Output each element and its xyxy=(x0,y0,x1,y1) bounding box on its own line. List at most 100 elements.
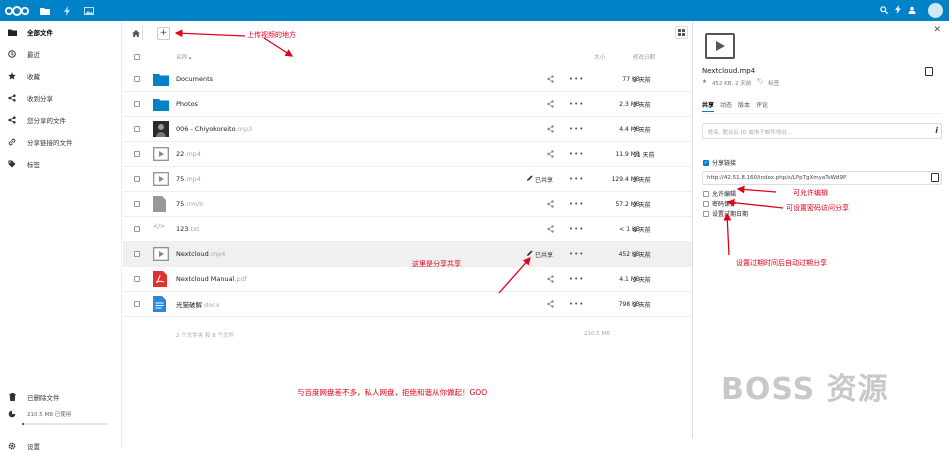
tab-sharing[interactable]: 共享 xyxy=(702,100,715,112)
file-name[interactable]: 75.mp4 xyxy=(176,175,201,183)
search-icon[interactable] xyxy=(880,5,888,16)
text-file-icon: </> xyxy=(153,221,169,237)
sidebar-item-label: 您分享的文件 xyxy=(27,117,66,125)
share-icon[interactable] xyxy=(547,200,554,210)
home-icon[interactable] xyxy=(129,26,143,40)
notifications-icon[interactable] xyxy=(894,5,902,16)
new-upload-button[interactable]: + xyxy=(157,26,170,40)
annotation-allow-edit: 可允许编辑 xyxy=(793,189,828,197)
share-icon[interactable] xyxy=(547,100,554,110)
table-row[interactable]: Photos ••• 2.3 MB 2 天前 xyxy=(123,92,692,117)
contacts-icon[interactable] xyxy=(908,6,916,16)
tab-versions[interactable]: 版本 xyxy=(738,100,750,112)
file-name[interactable]: 光猫破解.docx xyxy=(176,299,220,309)
row-checkbox[interactable] xyxy=(134,226,140,232)
table-row[interactable]: 006 - Chiyokoreito.mp3 ••• 4.4 MB 7 天前 xyxy=(123,117,692,142)
table-row[interactable]: 75.mp4 已共享 ••• 129.4 MB 2 天前 xyxy=(123,167,692,192)
password-protect-option[interactable]: 密码保护 xyxy=(703,199,736,208)
file-name[interactable]: 22.mp4 xyxy=(176,150,201,158)
trash-icon xyxy=(7,392,17,402)
row-checkbox[interactable] xyxy=(134,176,140,182)
sidebar-item-all-files[interactable]: 全部文件 xyxy=(0,21,121,43)
sidebar-item-shared-by-you[interactable]: 您分享的文件 xyxy=(0,109,121,131)
row-checkbox[interactable] xyxy=(134,201,140,207)
details-filename: Nextcloud.mp4 xyxy=(702,67,756,75)
share-link-toggle[interactable]: ✓ 分享链接 xyxy=(703,158,736,167)
gallery-app-icon[interactable] xyxy=(78,0,100,21)
folder-icon xyxy=(7,27,17,37)
table-row[interactable]: 22.mp4 ••• 11.9 MB 11 天前 xyxy=(123,142,692,167)
row-checkbox[interactable] xyxy=(134,251,140,257)
file-name[interactable]: Photos xyxy=(176,100,198,108)
share-icon[interactable] xyxy=(547,125,554,135)
table-row[interactable]: 75.rmvb ••• 57.2 MB 2 天前 xyxy=(123,192,692,217)
expiration-date-option[interactable]: 设置过期日期 xyxy=(703,209,748,218)
sidebar-item-favorites[interactable]: 收藏 xyxy=(0,65,121,87)
file-name[interactable]: 006 - Chiyokoreito.mp3 xyxy=(176,125,252,133)
annotation-password: 可设置密码访问分享 xyxy=(786,204,849,212)
file-name[interactable]: Nextcloud.mp4 xyxy=(176,250,225,258)
nextcloud-logo-icon[interactable] xyxy=(0,0,34,21)
file-name[interactable]: Nextcloud Manual.pdf xyxy=(176,275,247,283)
table-row[interactable]: Nextcloud.mp4 已共享 ••• 452 KB 2 天前 xyxy=(123,242,692,267)
details-tags[interactable]: 标签 xyxy=(768,79,779,87)
allow-editing-option[interactable]: 允许编辑 xyxy=(703,189,736,198)
select-all-checkbox[interactable] xyxy=(134,54,140,60)
sidebar-item-settings[interactable]: 设置 xyxy=(0,435,122,457)
share-icon[interactable] xyxy=(547,150,554,160)
allow-editing-checkbox[interactable] xyxy=(703,190,709,197)
tab-activity[interactable]: 动态 xyxy=(720,100,732,112)
column-size[interactable]: 大小 xyxy=(594,53,605,61)
file-modified: 2 天前 xyxy=(633,76,651,84)
favorite-star-icon[interactable]: ★ xyxy=(702,79,707,87)
share-with-input[interactable]: 姓名, 联合云 ID 或电子邮件地址... i xyxy=(702,123,942,139)
checkbox-checked[interactable]: ✓ xyxy=(703,159,709,166)
info-icon[interactable]: i xyxy=(935,126,938,135)
user-avatar[interactable] xyxy=(928,3,943,18)
share-icon[interactable] xyxy=(547,300,554,310)
sidebar-item-shared-by-link[interactable]: 分享链接的文件 xyxy=(0,131,121,153)
shared-status[interactable]: 已共享 xyxy=(527,175,553,184)
copy-link-icon[interactable] xyxy=(931,173,939,182)
share-icon[interactable] xyxy=(547,225,554,235)
file-size: < 1 KB xyxy=(619,225,640,233)
file-name[interactable]: 75.rmvb xyxy=(176,200,203,208)
video-preview-icon xyxy=(705,33,735,59)
sort-asc-icon: ▴ xyxy=(188,55,192,61)
table-row[interactable]: Documents ••• 77 KB 2 天前 xyxy=(123,67,692,92)
share-link-url[interactable]: http://42.51.8.160/index.php/s/LPpTgXmya… xyxy=(702,171,942,185)
activity-app-icon[interactable] xyxy=(56,0,78,21)
password-checkbox[interactable] xyxy=(703,200,709,207)
sidebar-item-tags[interactable]: 标签 xyxy=(0,153,121,175)
table-row[interactable]: Nextcloud Manual.pdf ••• 4.1 MB 2 天前 xyxy=(123,267,692,292)
file-name[interactable]: Documents xyxy=(176,75,213,83)
copy-icon[interactable] xyxy=(925,67,933,76)
share-out-icon xyxy=(7,115,17,125)
close-icon[interactable]: ✕ xyxy=(933,25,941,35)
gear-icon xyxy=(7,441,17,451)
expiration-checkbox[interactable] xyxy=(703,210,709,217)
row-checkbox[interactable] xyxy=(134,101,140,107)
column-modified[interactable]: 修改日期 xyxy=(633,53,655,61)
sidebar-item-shared-with-you[interactable]: 收到分享 xyxy=(0,87,121,109)
sidebar-item-trash[interactable]: 已删除文件 xyxy=(0,386,122,408)
share-icon[interactable] xyxy=(547,75,554,85)
grid-view-toggle[interactable] xyxy=(675,26,688,39)
table-row[interactable]: </> 123.txt ••• < 1 KB 8 天前 xyxy=(123,217,692,242)
row-checkbox[interactable] xyxy=(134,151,140,157)
share-icon[interactable] xyxy=(547,275,554,285)
row-checkbox[interactable] xyxy=(134,126,140,132)
file-name[interactable]: 123.txt xyxy=(176,225,199,233)
row-checkbox[interactable] xyxy=(134,76,140,82)
link-icon xyxy=(7,137,17,147)
row-checkbox[interactable] xyxy=(134,276,140,282)
files-app-icon[interactable] xyxy=(34,0,56,21)
row-checkbox[interactable] xyxy=(134,301,140,307)
tag-icon[interactable]: 🏷 xyxy=(756,79,763,87)
shared-status[interactable]: 已共享 xyxy=(527,250,553,259)
annotation-share: 这里是分享共享 xyxy=(412,260,461,268)
sidebar-item-recent[interactable]: 最近 xyxy=(0,43,121,65)
table-row[interactable]: 光猫破解.docx ••• 798 KB 2 天前 xyxy=(123,292,692,317)
column-name[interactable]: 名称 ▴ xyxy=(176,53,192,61)
tab-comments[interactable]: 评论 xyxy=(756,100,768,112)
